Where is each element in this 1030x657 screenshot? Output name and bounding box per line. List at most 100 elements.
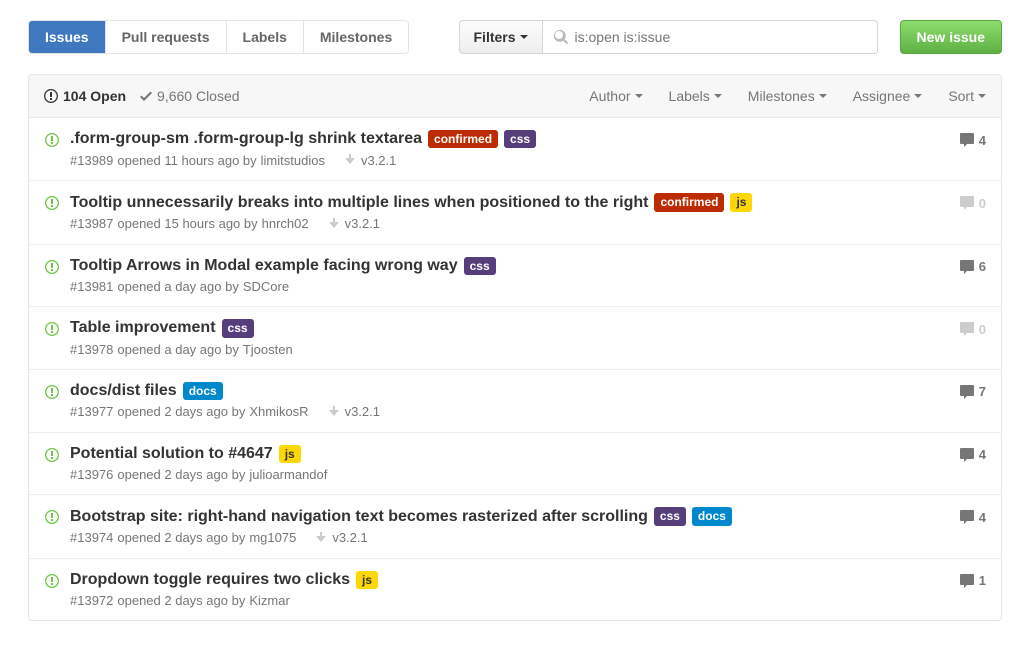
filter-milestones[interactable]: Milestones [748,88,827,104]
issue-author-link[interactable]: Tjoosten [243,342,293,357]
issue-opened-text: opened 2 days ago by [117,593,245,608]
issue-author-link[interactable]: hnrch02 [262,216,309,231]
milestone-icon [327,216,341,232]
issue-title-link[interactable]: Dropdown toggle requires two clicks [70,571,350,589]
comment-icon [959,321,975,337]
search-icon [553,29,569,45]
issue-number: #13974 [70,530,113,545]
issue-number: #13977 [70,404,113,419]
issue-label[interactable]: confirmed [428,130,498,148]
issue-open-icon [44,319,60,337]
issue-opened-text: opened 2 days ago by [117,467,245,482]
filter-author[interactable]: Author [589,88,642,104]
issue-opened-text: opened a day ago by [117,279,238,294]
comment-count[interactable]: 1 [959,571,986,589]
issue-label[interactable]: js [279,445,301,463]
issue-open-icon [44,257,60,275]
issue-row: Dropdown toggle requires two clicks js #13… [29,559,1001,620]
comment-icon [959,384,975,400]
comment-count[interactable]: 4 [959,445,986,463]
check-icon [140,88,152,104]
issue-author-link[interactable]: SDCore [243,279,289,294]
issue-label[interactable]: docs [692,507,732,525]
caret-down-icon [520,35,528,39]
caret-down-icon [714,94,722,98]
issue-label[interactable]: confirmed [654,193,724,211]
comment-count[interactable]: 6 [959,257,986,275]
issue-opened-text: opened 11 hours ago by [117,153,256,168]
issue-open-icon [44,507,60,525]
issue-row: Bootstrap site: right-hand navigation te… [29,495,1001,558]
issue-number: #13989 [70,153,113,168]
issue-label[interactable]: css [464,257,496,275]
issue-title-link[interactable]: Potential solution to #4647 [70,445,273,463]
issue-number: #13987 [70,216,113,231]
comment-count[interactable]: 7 [959,382,986,400]
comment-icon [959,195,975,211]
issue-open-icon [44,193,60,211]
issue-label[interactable]: docs [183,382,223,400]
comment-count[interactable]: 0 [959,193,986,211]
caret-down-icon [635,94,643,98]
issue-title-link[interactable]: .form-group-sm .form-group-lg shrink tex… [70,130,422,148]
comment-icon [959,509,975,525]
issue-title-link[interactable]: Tooltip unnecessarily breaks into multip… [70,194,648,212]
issue-opened-icon [44,88,58,104]
comment-count[interactable]: 0 [959,319,986,337]
caret-down-icon [914,94,922,98]
issue-opened-text: opened 2 days ago by [117,404,245,419]
comment-icon [959,132,975,148]
filters-button[interactable]: Filters [459,20,543,54]
issue-number: #13978 [70,342,113,357]
tab-pull-requests[interactable]: Pull requests [106,21,227,53]
comment-icon [959,447,975,463]
tab-issues[interactable]: Issues [29,21,106,53]
issue-title-link[interactable]: docs/dist files [70,382,177,400]
issue-row: Potential solution to #4647js#13976opene… [29,433,1001,495]
milestone-name[interactable]: v3.2.1 [361,153,396,168]
issue-number: #13981 [70,279,113,294]
milestone-name[interactable]: v3.2.1 [345,404,380,419]
tab-labels[interactable]: Labels [227,21,304,53]
issue-title-link[interactable]: Tooltip Arrows in Modal example facing w… [70,257,458,275]
comment-icon [959,573,975,589]
filter-sort[interactable]: Sort [948,88,986,104]
filters-button-label: Filters [474,29,516,45]
comment-count[interactable]: 4 [959,130,986,148]
new-issue-button[interactable]: New issue [900,20,1002,54]
issue-opened-text: opened 2 days ago by [117,530,245,545]
issue-label[interactable]: css [654,507,686,525]
comment-count[interactable]: 4 [959,507,986,525]
tab-milestones[interactable]: Milestones [304,21,408,53]
caret-down-icon [819,94,827,98]
issue-open-icon [44,130,60,148]
filter-assignee[interactable]: Assignee [853,88,923,104]
issue-label[interactable]: js [730,193,752,211]
milestone-icon [343,152,357,168]
issue-list-container: 104 Open 9,660 Closed Author Labels Mile… [28,74,1002,621]
issue-label[interactable]: css [222,319,254,337]
issue-author-link[interactable]: mg1075 [249,530,296,545]
open-issues-link[interactable]: 104 Open [44,88,126,104]
milestone-name[interactable]: v3.2.1 [345,216,380,231]
issue-author-link[interactable]: XhmikosR [249,404,308,419]
search-input[interactable] [543,20,878,54]
issue-label[interactable]: js [356,571,378,589]
comment-icon [959,259,975,275]
issue-number: #13972 [70,593,113,608]
caret-down-icon [978,94,986,98]
closed-count-label: 9,660 Closed [157,88,240,104]
issue-author-link[interactable]: julioarmandof [249,467,327,482]
issue-row: Tooltip Arrows in Modal example facing w… [29,245,1001,307]
closed-issues-link[interactable]: 9,660 Closed [140,88,240,104]
issue-author-link[interactable]: limitstudios [261,153,325,168]
issue-opened-text: opened 15 hours ago by [117,216,257,231]
issue-label[interactable]: css [504,130,536,148]
filter-labels[interactable]: Labels [669,88,722,104]
issue-title-link[interactable]: Bootstrap site: right-hand navigation te… [70,508,648,526]
milestone-name[interactable]: v3.2.1 [332,530,367,545]
milestone-icon [327,404,341,420]
milestone-icon [314,530,328,546]
issue-author-link[interactable]: Kizmar [249,593,289,608]
issue-title-link[interactable]: Table improvement [70,319,216,337]
